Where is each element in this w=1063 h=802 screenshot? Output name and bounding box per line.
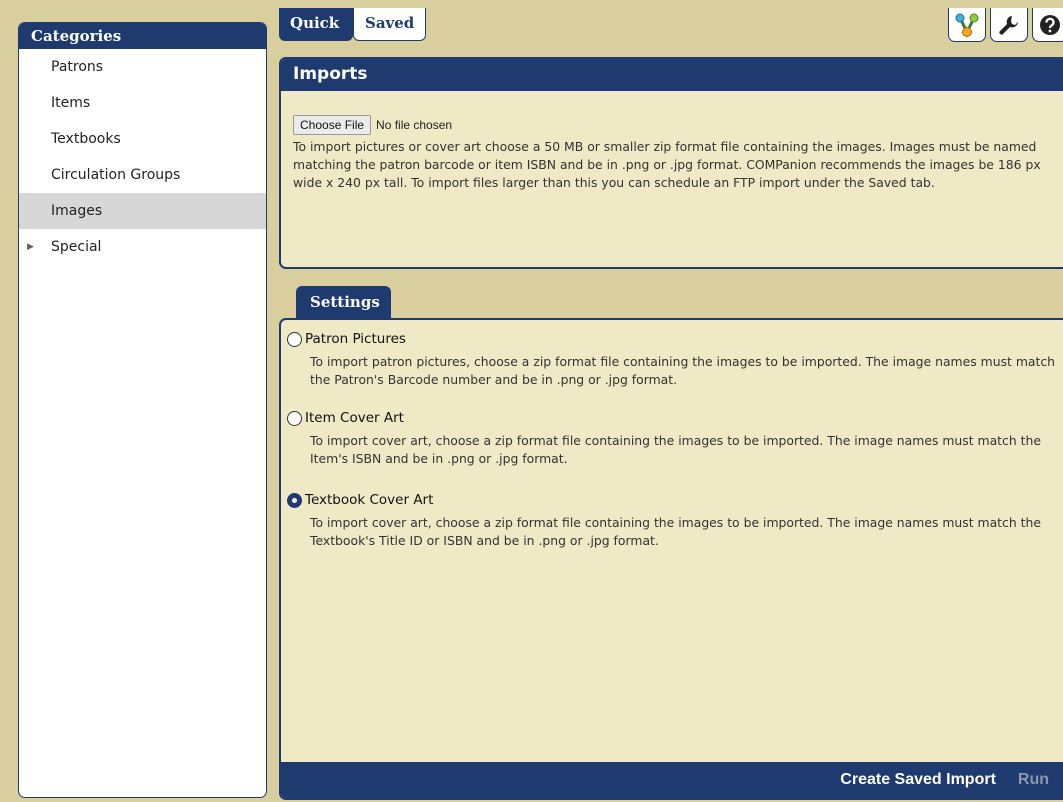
option-description: To import cover art, choose a zip format… — [310, 515, 1041, 548]
item-cover-art-radio[interactable] — [287, 410, 302, 426]
file-status: No file chosen — [376, 118, 453, 132]
tab-quick[interactable]: Quick — [279, 8, 353, 41]
settings-button[interactable] — [990, 8, 1028, 42]
sidebar-item-images[interactable]: Images — [19, 193, 266, 229]
sidebar-item-label: Items — [51, 95, 91, 111]
sidebar-item-textbooks[interactable]: Textbooks — [19, 121, 266, 157]
sidebar-item-special[interactable]: ▶ Special — [19, 229, 266, 265]
textbook-cover-art-radio-label[interactable]: Textbook Cover Art — [287, 492, 1057, 508]
flow-button[interactable] — [948, 8, 986, 42]
option-description: To import cover art, choose a zip format… — [310, 433, 1041, 466]
help-button[interactable] — [1032, 8, 1063, 42]
file-picker: Choose File No file chosen — [293, 115, 1063, 135]
sidebar-item-label: Images — [51, 203, 103, 219]
choose-file-button[interactable]: Choose File — [293, 115, 372, 135]
help-icon — [1040, 14, 1060, 35]
textbook-cover-art-radio[interactable] — [287, 492, 302, 508]
option-description: To import patron pictures, choose a zip … — [310, 354, 1056, 387]
tab-saved[interactable]: Saved — [353, 8, 426, 41]
sidebar-item-patrons[interactable]: Patrons — [19, 49, 266, 85]
imports-title: Imports — [281, 59, 1063, 91]
sidebar-title: Categories — [19, 23, 266, 49]
flow-icon — [955, 13, 979, 37]
categories-sidebar: Categories Patrons Items Textbooks Circu… — [18, 22, 267, 798]
run-button[interactable]: Run — [1018, 771, 1049, 789]
wrench-icon — [999, 15, 1018, 35]
create-saved-import-button[interactable]: Create Saved Import — [840, 771, 996, 789]
imports-description: To import pictures or cover art choose a… — [293, 139, 1041, 190]
sidebar-item-label: Patrons — [51, 59, 104, 75]
sidebar-item-label: Special — [51, 239, 102, 255]
patron-pictures-radio[interactable] — [287, 331, 302, 347]
tab-settings[interactable]: Settings — [296, 286, 391, 320]
action-bar: Create Saved Import Run — [281, 762, 1063, 798]
option-textbook-cover-art: Textbook Cover Art To import cover art, … — [287, 492, 1057, 550]
option-label-text: Patron Pictures — [305, 331, 406, 347]
imports-panel: Imports Choose File No file chosen To im… — [279, 57, 1063, 269]
patron-pictures-radio-label[interactable]: Patron Pictures — [287, 331, 1057, 347]
item-cover-art-radio-label[interactable]: Item Cover Art — [287, 410, 1057, 426]
sidebar-item-label: Textbooks — [51, 131, 121, 147]
sidebar-item-items[interactable]: Items — [19, 85, 266, 121]
sidebar-item-circulation-groups[interactable]: Circulation Groups — [19, 157, 266, 193]
option-label-text: Item Cover Art — [305, 410, 404, 426]
option-label-text: Textbook Cover Art — [305, 492, 434, 508]
sidebar-item-label: Circulation Groups — [51, 167, 181, 183]
expand-arrow-icon[interactable]: ▶ — [27, 229, 34, 265]
settings-panel: Patron Pictures To import patron picture… — [279, 318, 1063, 800]
option-item-cover-art: Item Cover Art To import cover art, choo… — [287, 410, 1057, 468]
option-patron-pictures: Patron Pictures To import patron picture… — [287, 331, 1057, 389]
